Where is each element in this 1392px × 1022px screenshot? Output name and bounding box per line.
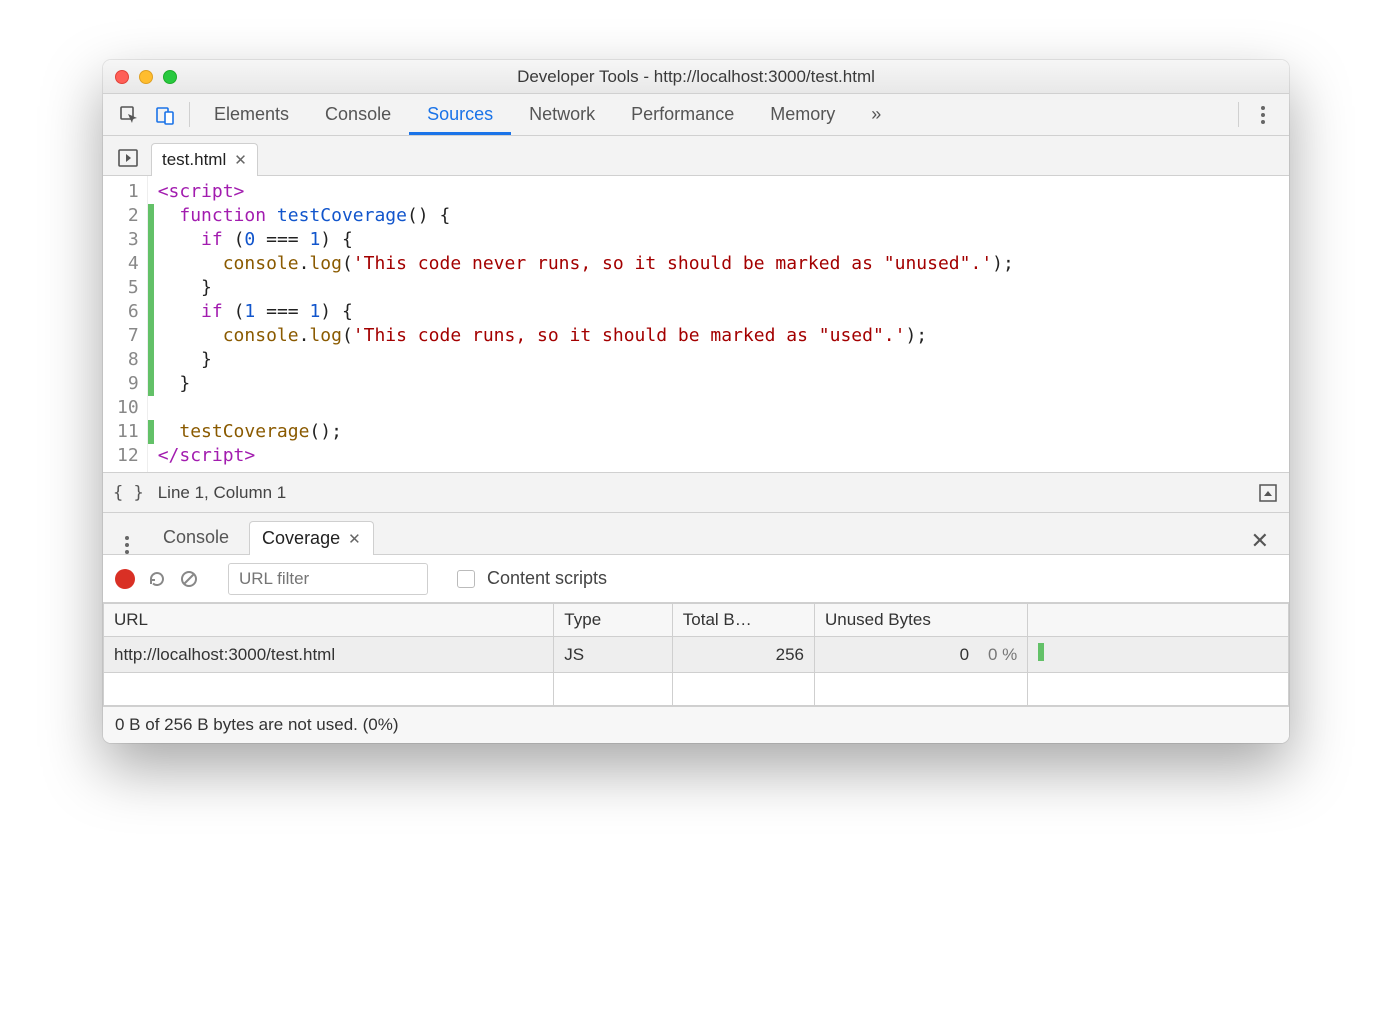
coverage-toolbar: Content scripts [103,555,1289,603]
editor-status-bar: { } Line 1, Column 1 [103,473,1289,513]
drawer-tab-label: Coverage [262,528,340,549]
window-title: Developer Tools - http://localhost:3000/… [103,67,1289,87]
table-header-row: URL Type Total B… Unused Bytes [104,604,1289,637]
cell-url: http://localhost:3000/test.html [104,637,554,673]
close-icon[interactable]: ✕ [234,151,247,169]
content-scripts-label: Content scripts [487,568,607,589]
devtools-window: Developer Tools - http://localhost:3000/… [103,60,1289,743]
kebab-menu-icon[interactable] [1245,94,1281,135]
col-usage-bar[interactable] [1028,604,1289,637]
cell-unused: 0 0 % [814,637,1027,673]
pretty-print-icon[interactable]: { } [113,483,144,503]
reload-icon[interactable] [147,569,167,589]
col-url[interactable]: URL [104,604,554,637]
coverage-table: URL Type Total B… Unused Bytes http://lo… [103,603,1289,706]
table-row [104,673,1289,706]
file-tab-bar: test.html ✕ [103,136,1289,176]
drawer-tab-console[interactable]: Console [151,521,241,554]
separator [1238,102,1239,127]
navigator-toggle-icon[interactable] [111,141,145,175]
col-type[interactable]: Type [554,604,673,637]
usage-bar-icon [1038,643,1044,661]
table-row[interactable]: http://localhost:3000/test.html JS 256 0… [104,637,1289,673]
cell-usage-bar [1028,637,1289,673]
code-content[interactable]: <script> function testCoverage() { if (0… [154,176,1018,472]
col-total[interactable]: Total B… [672,604,814,637]
collapse-drawer-icon[interactable] [1257,482,1279,504]
drawer-tab-coverage[interactable]: Coverage ✕ [249,521,374,555]
line-number-gutter: 123456789101112 [103,176,148,472]
separator [189,102,190,127]
tab-elements[interactable]: Elements [196,94,307,135]
tab-console[interactable]: Console [307,94,409,135]
tab-overflow[interactable]: » [853,94,899,135]
col-unused[interactable]: Unused Bytes [814,604,1027,637]
titlebar: Developer Tools - http://localhost:3000/… [103,60,1289,94]
close-drawer-icon[interactable]: ✕ [1239,528,1281,554]
device-toolbar-icon[interactable] [147,94,183,135]
close-window-button[interactable] [115,70,129,84]
traffic-lights [115,70,177,84]
inspect-icon[interactable] [111,94,147,135]
content-scripts-checkbox[interactable] [457,570,475,588]
close-icon[interactable]: ✕ [348,530,361,548]
record-button[interactable] [115,569,135,589]
clear-icon[interactable] [179,569,199,589]
main-tab-bar: Elements Console Sources Network Perform… [103,94,1289,136]
drawer-tab-bar: Console Coverage ✕ ✕ [103,513,1289,555]
coverage-summary: 0 B of 256 B bytes are not used. (0%) [103,706,1289,743]
cursor-position: Line 1, Column 1 [158,483,287,503]
file-tab-label: test.html [162,150,226,170]
zoom-window-button[interactable] [163,70,177,84]
url-filter-input[interactable] [228,563,428,595]
drawer-menu-icon[interactable] [111,536,143,554]
cell-total: 256 [672,637,814,673]
file-tab-test-html[interactable]: test.html ✕ [151,143,258,176]
minimize-window-button[interactable] [139,70,153,84]
tab-network[interactable]: Network [511,94,613,135]
tab-sources[interactable]: Sources [409,94,511,135]
tab-memory[interactable]: Memory [752,94,853,135]
source-editor[interactable]: 123456789101112 <script> function testCo… [103,176,1289,473]
tab-performance[interactable]: Performance [613,94,752,135]
cell-type: JS [554,637,673,673]
